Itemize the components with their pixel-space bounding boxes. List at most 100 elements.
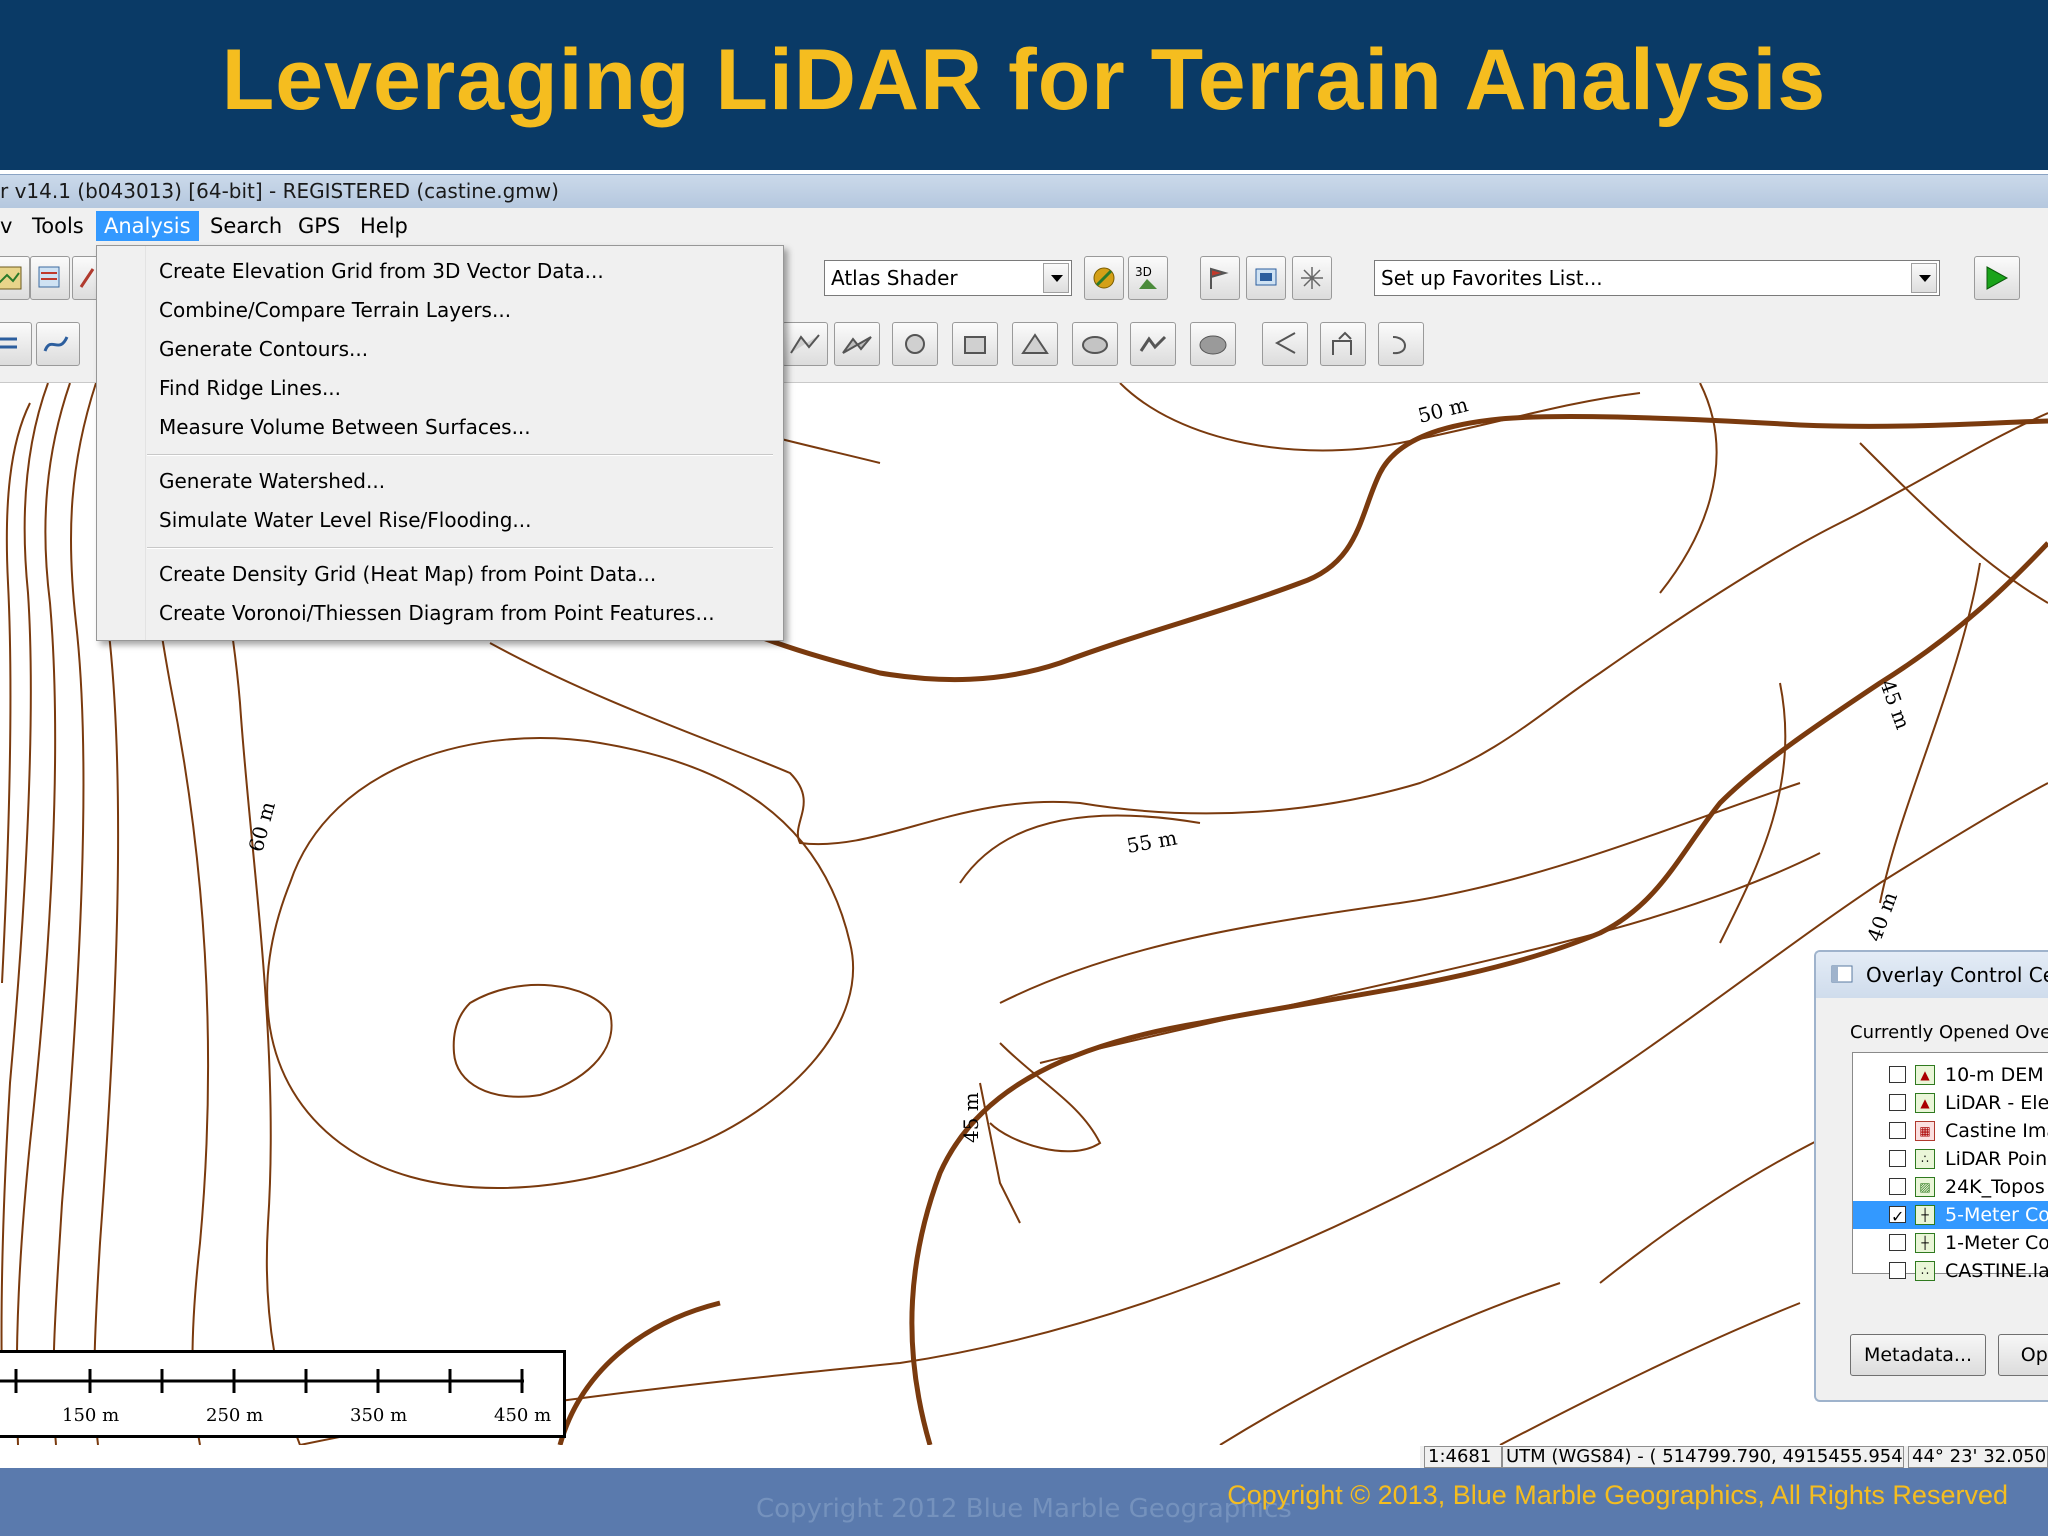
checkbox[interactable] <box>1889 1066 1906 1083</box>
run-favorite-button[interactable] <box>1974 256 2020 300</box>
contour-line <box>1719 682 1787 944</box>
overlay-name: Castine Ima <box>1945 1120 2048 1142</box>
overlay-control-center: Overlay Control Ce Currently Opened Over… <box>1814 950 2048 1402</box>
overlay-name: 1-Meter Cor <box>1945 1232 2048 1254</box>
undo-button[interactable] <box>1262 322 1308 366</box>
window-titlebar: r v14.1 (b043013) [64-bit] - REGISTERED … <box>0 174 2048 209</box>
scale-label: 150 m <box>62 1405 120 1426</box>
line-layer-icon: ┼ <box>1915 1233 1935 1253</box>
raster-layer-icon: ▨ <box>1915 1177 1935 1197</box>
overlay-name: 24K_Topos <box>1945 1176 2045 1198</box>
menu-search[interactable]: Search <box>202 211 290 241</box>
menu-item-combine-terrain[interactable]: Combine/Compare Terrain Layers... <box>159 295 511 325</box>
options-button[interactable]: Opt <box>1998 1334 2048 1376</box>
overlay-titlebar[interactable]: Overlay Control Ce <box>1816 952 2048 998</box>
slide-title: Leveraging LiDAR for Terrain Analysis <box>221 32 1827 128</box>
menu-item-simulate-flooding[interactable]: Simulate Water Level Rise/Flooding... <box>159 505 532 535</box>
line-layer-icon: ┼ <box>1915 1205 1935 1225</box>
menu-analysis[interactable]: Analysis <box>96 211 199 241</box>
3d-view-button[interactable]: 3D <box>1128 256 1168 300</box>
menu-item-generate-contours[interactable]: Generate Contours... <box>159 334 368 364</box>
checkbox[interactable] <box>1889 1150 1906 1167</box>
overlay-row-selected[interactable]: ┼ 5-Meter Cor <box>1853 1201 2048 1231</box>
menu-item-measure-volume[interactable]: Measure Volume Between Surfaces... <box>159 412 531 442</box>
elevation-layer-icon: ▲ <box>1915 1065 1935 1085</box>
menu-view[interactable]: v <box>0 211 20 241</box>
shader-select-value: Atlas Shader <box>831 266 958 290</box>
overlay-row[interactable]: ∴ CASTINE.la <box>1853 1257 2048 1285</box>
overlay-row[interactable]: ▲ 10-m DEM <box>1853 1061 2048 1089</box>
slide-footer: Copyright 2012 Blue Marble Geographics C… <box>0 1468 2048 1536</box>
point-layer-icon: ∴ <box>1915 1149 1935 1169</box>
terrain-tool-6[interactable] <box>1072 322 1118 366</box>
chevron-down-icon[interactable] <box>1911 263 1937 293</box>
shader-select[interactable]: Atlas Shader <box>824 260 1072 296</box>
terrain-tool-7[interactable] <box>1130 322 1176 366</box>
feature-button[interactable] <box>1200 256 1240 300</box>
terrain-tool-5[interactable] <box>1012 322 1058 366</box>
map-button[interactable] <box>0 256 30 300</box>
terrain-tool-4[interactable] <box>952 322 998 366</box>
status-coordinates: UTM (WGS84) - ( 514799.790, 4915455.954 … <box>1502 1446 1904 1468</box>
terrain-tool-2[interactable] <box>834 322 880 366</box>
overlay-row[interactable]: ┼ 1-Meter Cor <box>1853 1229 2048 1257</box>
terrain-icon <box>842 336 872 354</box>
terrain-tool-1[interactable] <box>782 322 828 366</box>
menu-separator <box>147 454 773 456</box>
terrain-tool-3[interactable] <box>892 322 938 366</box>
contour-line <box>1659 383 1718 594</box>
favorites-select[interactable]: Set up Favorites List... <box>1374 260 1940 296</box>
menu-item-density-grid[interactable]: Create Density Grid (Heat Map) from Poin… <box>159 559 656 589</box>
contour-line <box>299 782 2048 1445</box>
status-bar: 1:4681 UTM (WGS84) - ( 514799.790, 49154… <box>1420 1446 2048 1468</box>
window-icon <box>1831 965 1853 983</box>
menu-item-generate-watershed[interactable]: Generate Watershed... <box>159 466 385 496</box>
checkbox-checked[interactable] <box>1889 1203 1906 1231</box>
overlay-row[interactable]: ∴ LiDAR Poin <box>1853 1145 2048 1173</box>
checkbox[interactable] <box>1889 1262 1906 1279</box>
layers-button[interactable] <box>30 256 70 300</box>
menu-gps[interactable]: GPS <box>290 211 348 241</box>
point-layer-icon: ∴ <box>1915 1261 1935 1281</box>
menu-bar: v Tools Analysis Search GPS Help <box>0 208 2048 245</box>
menu-item-create-elevation-grid[interactable]: Create Elevation Grid from 3D Vector Dat… <box>159 256 604 286</box>
draw-button[interactable] <box>36 322 80 366</box>
grid-button[interactable] <box>1292 256 1332 300</box>
redo-button[interactable] <box>1378 322 1424 366</box>
overlay-name: CASTINE.la <box>1945 1260 2048 1282</box>
checkbox[interactable] <box>1889 1122 1906 1139</box>
checkbox[interactable] <box>1889 1178 1906 1195</box>
terrain-icon <box>1021 333 1049 354</box>
up-button[interactable] <box>1320 322 1366 366</box>
metadata-button[interactable]: Metadata... <box>1850 1334 1986 1376</box>
status-latlon: 44° 23' 32.050 <box>1908 1446 2048 1468</box>
overlay-subtitle: Currently Opened Overl <box>1850 1022 2048 1043</box>
checkbox[interactable] <box>1889 1234 1906 1251</box>
menu-tools[interactable]: Tools <box>24 211 92 241</box>
menu-item-find-ridge-lines[interactable]: Find Ridge Lines... <box>159 373 341 403</box>
contour-line <box>0 383 49 1384</box>
contour-line <box>452 983 613 1098</box>
overlay-row[interactable]: ▦ Castine Ima <box>1853 1117 2048 1145</box>
play-icon <box>1986 266 2009 290</box>
shader-settings-button[interactable] <box>1084 256 1124 300</box>
svg-text:3D: 3D <box>1135 265 1152 279</box>
edit-button[interactable] <box>0 322 32 366</box>
menu-separator <box>147 547 773 549</box>
chevron-down-icon[interactable] <box>1043 263 1069 293</box>
menu-help[interactable]: Help <box>352 211 416 241</box>
scale-label: 450 m <box>494 1405 552 1426</box>
terrain-icon <box>905 334 925 354</box>
map-icon <box>0 266 22 290</box>
digitizer-button[interactable] <box>1246 256 1286 300</box>
menu-item-voronoi[interactable]: Create Voronoi/Thiessen Diagram from Poi… <box>159 598 715 628</box>
overlay-row[interactable]: ▲ LiDAR - Ele <box>1853 1089 2048 1117</box>
menu-icon-strip <box>97 246 146 640</box>
overlay-list[interactable]: ▲ 10-m DEM ▲ LiDAR - Ele ▦ Castine Ima ∴ LiD… <box>1852 1052 2048 1282</box>
footer-copyright: Copyright © 2013, Blue Marble Geographic… <box>1227 1480 2008 1510</box>
checkbox[interactable] <box>1889 1094 1906 1111</box>
overlay-title: Overlay Control Ce <box>1866 963 2048 987</box>
terrain-tool-8[interactable] <box>1190 322 1236 366</box>
overlay-row[interactable]: ▨ 24K_Topos <box>1853 1173 2048 1201</box>
footer-ghost-text: Copyright 2012 Blue Marble Geographics <box>756 1494 1292 1524</box>
